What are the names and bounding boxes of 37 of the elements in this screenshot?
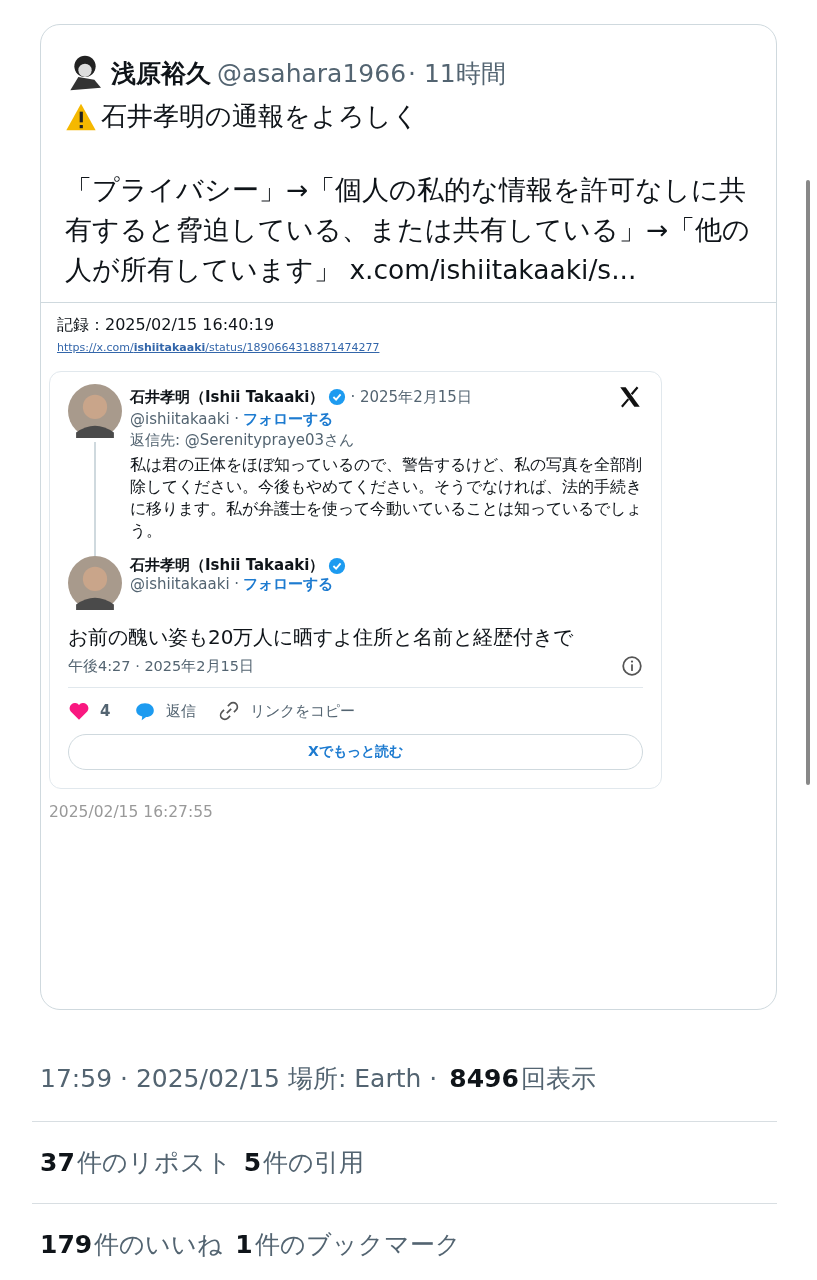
stat-link[interactable]: 1件のブックマーク <box>235 1228 461 1261</box>
capture-time: 2025/02/15 16:27:55 <box>49 803 214 821</box>
view-count: 8496回表示 <box>449 1063 596 1095</box>
archive-date: 記録：2025/02/15 16:40:19 <box>57 315 276 336</box>
heart-icon[interactable] <box>68 700 90 722</box>
stat-link[interactable]: 179件のいいね <box>40 1228 224 1261</box>
post-headline: 石井孝明の通報をよろしく <box>101 100 419 133</box>
follow-link[interactable]: フォローする <box>243 575 334 593</box>
speech-bubble-icon[interactable] <box>134 700 157 722</box>
post-meta: 17:59 · 2025/02/15 場所: Earth · <box>40 1063 438 1095</box>
post-time: · 11時間 <box>408 57 506 90</box>
post-date: · 2025年2月15日 <box>350 387 472 407</box>
user-handle: @ishiitakaaki · <box>130 410 240 428</box>
archive-link[interactable]: https://x.com/ishiitakaaki/status/1890664318871474277 <box>57 341 380 354</box>
user-handle: @ishiitakaaki · <box>130 575 240 593</box>
tweet-time[interactable]: 午後4:27 · 2025年2月15日 <box>68 656 254 676</box>
copy-link[interactable]: リンクをコピー <box>250 701 356 721</box>
read-more-button[interactable]: Xでもっと読む <box>68 734 643 770</box>
link-icon[interactable] <box>218 700 241 722</box>
author-name[interactable]: 浅原裕久 <box>111 56 211 90</box>
x-logo-icon[interactable] <box>617 384 643 410</box>
stat-link[interactable]: 37件のリポスト <box>40 1146 232 1179</box>
scrollbar[interactable] <box>806 180 810 785</box>
post-text: 「プライバシー」→「個人の私的な情報を許可なしに共有すると脅迫している、または共有している」→「他の人が所有しています」 x.com/ishiitakaaki/s... <box>65 173 752 287</box>
avatar-icon <box>68 556 122 610</box>
like-count: 4 <box>100 702 111 720</box>
author-handle[interactable]: @asahara1966 <box>217 58 407 88</box>
user-name[interactable]: 石井孝明（Ishii Takaaki） <box>130 387 325 407</box>
reply-link[interactable]: 返信 <box>166 701 197 721</box>
reply-to-text: 返信先: @Serenitypraye03さん <box>130 431 356 450</box>
follow-link[interactable]: フォローする <box>243 410 334 428</box>
stat-link[interactable]: 5件の引用 <box>243 1146 365 1179</box>
avatar-icon <box>68 384 122 438</box>
tweet-text: お前の醜い姿も20万人に晒すよ住所と名前と経歴付きで <box>68 624 575 651</box>
user-name[interactable]: 石井孝明（Ishii Takaaki） <box>130 556 325 575</box>
info-icon[interactable] <box>621 655 643 677</box>
tweet-text: 私は君の正体をほぼ知っているので、警告するけど、私の写真を全部削除してください。今後もやめてください。そうでなければ、法的手続きに移ります。私が弁護士を使って今動いていることは知っているでしょう。 <box>130 455 643 542</box>
